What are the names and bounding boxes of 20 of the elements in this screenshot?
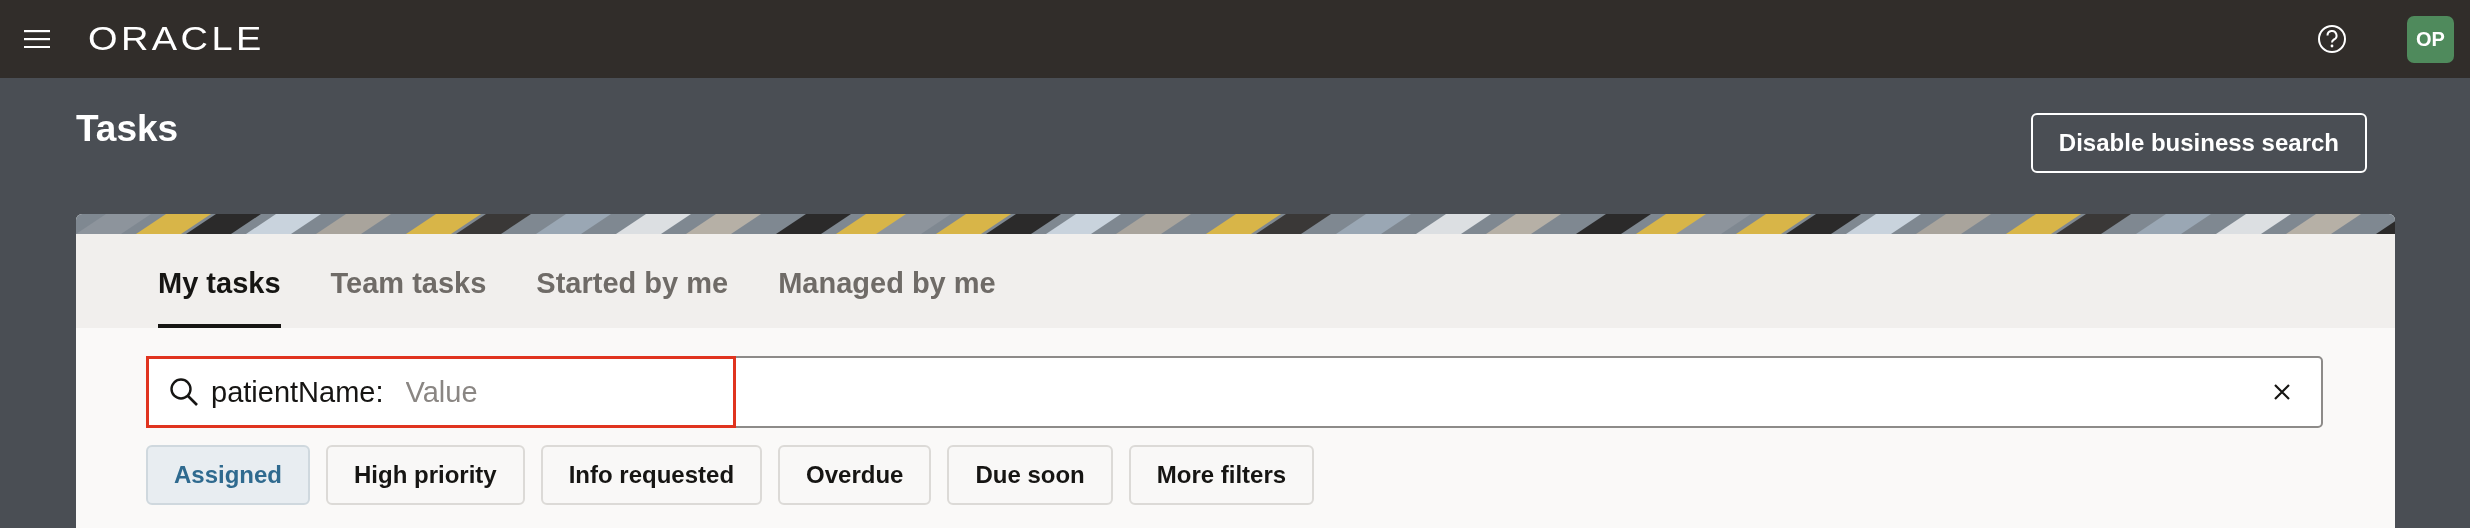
logo[interactable]: ORACLE	[88, 20, 265, 58]
filter-chip[interactable]: High priority	[326, 445, 525, 505]
page-title: Tasks	[76, 108, 179, 150]
close-icon[interactable]	[2273, 383, 2291, 401]
filter-chip[interactable]: Assigned	[146, 445, 311, 505]
tab[interactable]: Started by me	[536, 267, 729, 328]
filter-chip[interactable]: More filters	[1128, 445, 1315, 505]
tab[interactable]: Managed by me	[778, 267, 996, 328]
help-icon[interactable]	[2317, 24, 2347, 54]
user-avatar[interactable]: OP	[2407, 15, 2454, 63]
filter-chip[interactable]: Due soon	[947, 445, 1113, 505]
filter-chip[interactable]: Overdue	[778, 445, 932, 505]
tab[interactable]: My tasks	[158, 267, 281, 328]
disable-search-button[interactable]: Disable business search	[2030, 113, 2367, 173]
tab[interactable]: Team tasks	[330, 267, 487, 328]
search-icon	[169, 377, 199, 407]
filter-label: patientName:	[211, 375, 384, 409]
filter-chip[interactable]: Info requested	[540, 445, 763, 505]
value-input[interactable]: Value	[403, 374, 608, 410]
menu-icon[interactable]	[24, 30, 50, 48]
